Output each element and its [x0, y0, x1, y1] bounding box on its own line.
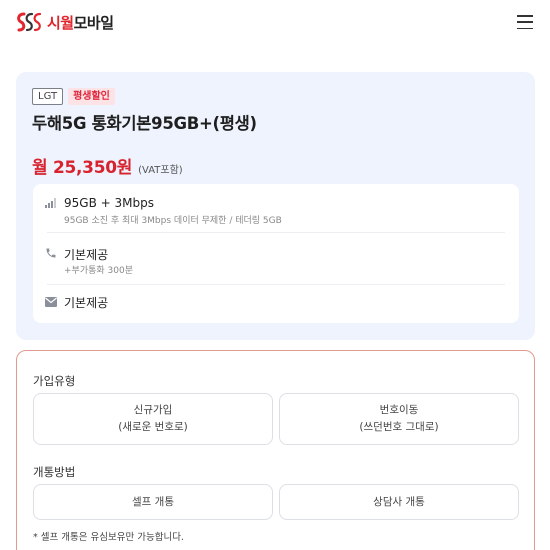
- join-options-card: 가입유형 신규가입 (새로운 번호로) 번호이동 (쓰던번호 그대로) 개통방법…: [16, 350, 535, 550]
- option-line2: (쓰던번호 그대로): [359, 421, 439, 433]
- feature-data-sub: 95GB 소진 후 최대 3Mbps 데이터 무제한 / 테더링 5GB: [64, 216, 282, 226]
- logo[interactable]: 시월모바일: [15, 11, 114, 33]
- logo-rest: 모바일: [73, 13, 114, 32]
- plan-name: 두해5G 통화기본95GB+(평생): [32, 114, 257, 133]
- feature-sms-title: 기본제공: [64, 296, 109, 310]
- logo-brand: 시월: [47, 13, 74, 32]
- option-label: 셀프 개통: [132, 495, 174, 508]
- top-header: 시월모바일: [0, 0, 550, 44]
- monthly-price: 월 25,350원: [32, 158, 133, 178]
- vat-note: (VAT포함): [138, 165, 183, 176]
- price-row: 월 25,350원 (VAT포함): [32, 153, 183, 178]
- option-line1: 번호이동: [379, 404, 419, 416]
- option-line2: (새로운 번호로): [118, 421, 188, 433]
- carrier-badge: LGT: [32, 88, 64, 105]
- divider: [47, 232, 505, 233]
- divider: [47, 284, 505, 285]
- self-activation-button[interactable]: 셀프 개통: [33, 484, 273, 520]
- discount-badge: 평생할인: [68, 88, 115, 105]
- feature-voice-title: 기본제공: [64, 248, 109, 262]
- agent-activation-button[interactable]: 상담사 개통: [279, 484, 519, 520]
- phone-icon: [44, 246, 58, 260]
- logo-text: 시월모바일: [47, 12, 114, 33]
- option-label: 상담사 개통: [373, 495, 425, 508]
- join-type-port-button[interactable]: 번호이동 (쓰던번호 그대로): [279, 393, 519, 445]
- feature-voice-sub: +부가통화 300분: [64, 266, 133, 276]
- plan-features: 95GB + 3Mbps 95GB 소진 후 최대 3Mbps 데이터 무제한 …: [33, 184, 519, 323]
- envelope-icon: [44, 295, 58, 309]
- feature-data-title: 95GB + 3Mbps: [64, 196, 154, 210]
- s-chain-logo-icon: [17, 12, 42, 32]
- hamburger-menu-icon[interactable]: [517, 15, 533, 29]
- option-line1: 신규가입: [133, 404, 173, 416]
- plan-badges: LGT 평생할인: [32, 88, 115, 105]
- signal-bars-icon: [44, 196, 58, 210]
- open-method-label: 개통방법: [33, 465, 76, 479]
- join-type-label: 가입유형: [33, 374, 76, 388]
- self-activation-note: * 셀프 개통은 유심보유만 가능합니다.: [33, 532, 184, 543]
- join-type-new-button[interactable]: 신규가입 (새로운 번호로): [33, 393, 273, 445]
- plan-summary-card: LGT 평생할인 두해5G 통화기본95GB+(평생) 월 25,350원 (V…: [16, 72, 535, 340]
